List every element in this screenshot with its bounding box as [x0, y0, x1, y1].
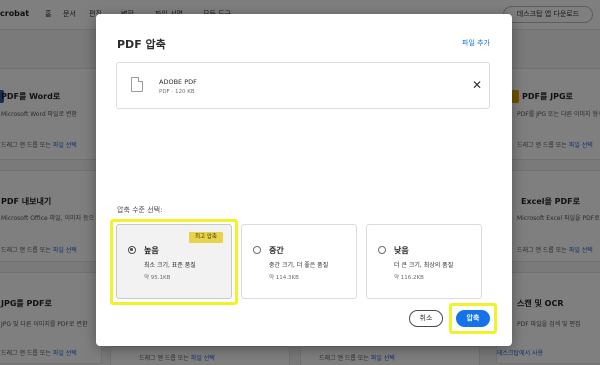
- option-description: 최소 크기, 표준 품질: [144, 262, 196, 269]
- file-meta: PDF · 120 KB: [159, 89, 195, 95]
- option-size: 약 95.1KB: [144, 275, 171, 281]
- option-size: 약 116.2KB: [394, 275, 424, 281]
- option-title: 낮음: [394, 246, 409, 255]
- remove-file-icon[interactable]: ✕: [470, 75, 484, 95]
- selected-file-card: ADOBE PDF PDF · 120 KB ✕: [116, 62, 490, 109]
- option-medium-compression[interactable]: 중간 중간 크기, 더 좋은 품질 약 114.3KB: [241, 224, 357, 299]
- radio-button[interactable]: [378, 246, 386, 254]
- dialog-title: PDF 압축: [117, 38, 166, 51]
- option-description: 중간 크기, 더 좋은 품질: [269, 262, 329, 269]
- option-high-compression[interactable]: 최고 압축 높음 최소 크기, 표준 품질 약 95.1KB: [116, 224, 232, 299]
- best-compression-badge: 최고 압축: [189, 232, 223, 243]
- add-file-link[interactable]: 파일 추가: [462, 38, 490, 48]
- option-description: 더 큰 크기, 최상의 품질: [394, 262, 454, 269]
- compress-button[interactable]: 압축: [456, 310, 490, 327]
- file-icon: [131, 77, 143, 92]
- compress-pdf-dialog: PDF 압축 파일 추가 ADOBE PDF PDF · 120 KB ✕ 압축…: [96, 14, 512, 346]
- radio-button[interactable]: [128, 246, 136, 254]
- file-name: ADOBE PDF: [159, 78, 197, 86]
- cancel-button[interactable]: 취소: [409, 310, 443, 327]
- option-size: 약 114.3KB: [269, 275, 299, 281]
- option-title: 높음: [144, 246, 159, 255]
- option-title: 중간: [269, 246, 284, 255]
- radio-button[interactable]: [253, 246, 261, 254]
- option-low-compression[interactable]: 낮음 더 큰 크기, 최상의 품질 약 116.2KB: [366, 224, 482, 299]
- compression-level-label: 압축 수준 선택:: [117, 206, 163, 214]
